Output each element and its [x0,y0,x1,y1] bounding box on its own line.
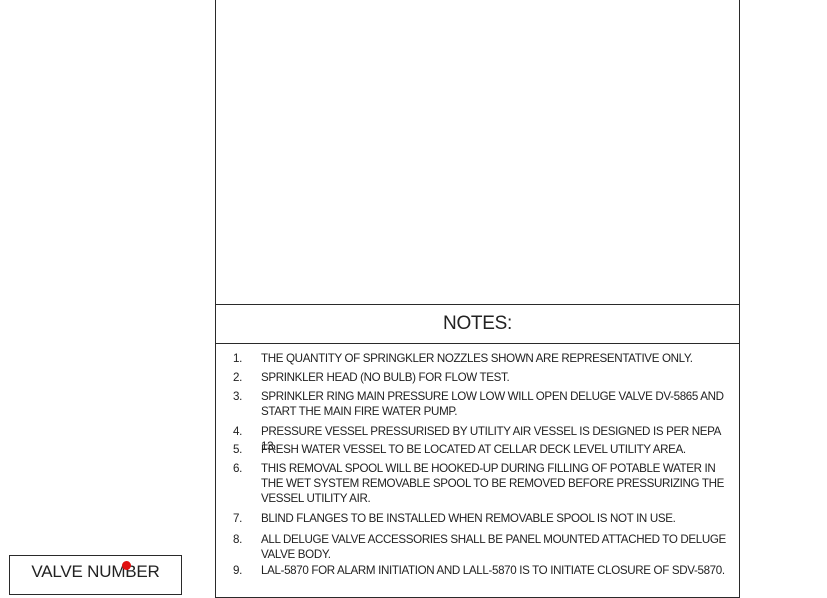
note-text: SPRINKLER HEAD (NO BULB) FOR FLOW TEST. [261,371,510,384]
note-number: 6. [233,462,242,475]
red-marker-icon [122,561,131,570]
note-number: 9. [233,564,242,577]
drawing-frame: NOTES: 1. THE QUANTITY OF SPRINGKLER NOZ… [215,0,740,598]
note-text: ALL DELUGE VALVE ACCESSORIES SHALL BE PA… [261,533,726,561]
notes-title: NOTES: [216,305,739,344]
note-text: FRESH WATER VESSEL TO BE LOCATED AT CELL… [261,443,686,456]
note-text: LAL-5870 FOR ALARM INITIATION AND LALL-5… [261,564,725,577]
note-text: THIS REMOVAL SPOOL WILL BE HOOKED-UP DUR… [261,462,725,505]
note-number: 8. [233,533,242,546]
note-number: 4. [233,425,242,438]
note-text: BLIND FLANGES TO BE INSTALLED WHEN REMOV… [261,512,676,525]
drawing-blank-area [216,0,739,305]
valve-number-box: VALVE NUMBER [9,555,182,595]
note-number: 3. [233,390,242,403]
note-number: 2. [233,371,242,384]
note-number: 5. [233,443,242,456]
note-text: SPRINKLER RING MAIN PRESSURE LOW LOW WIL… [261,390,724,418]
valve-number-label: VALVE NUMBER [31,562,160,581]
note-number: 1. [233,352,242,365]
note-text: THE QUANTITY OF SPRINGKLER NOZZLES SHOWN… [261,352,693,365]
note-number: 7. [233,512,242,525]
